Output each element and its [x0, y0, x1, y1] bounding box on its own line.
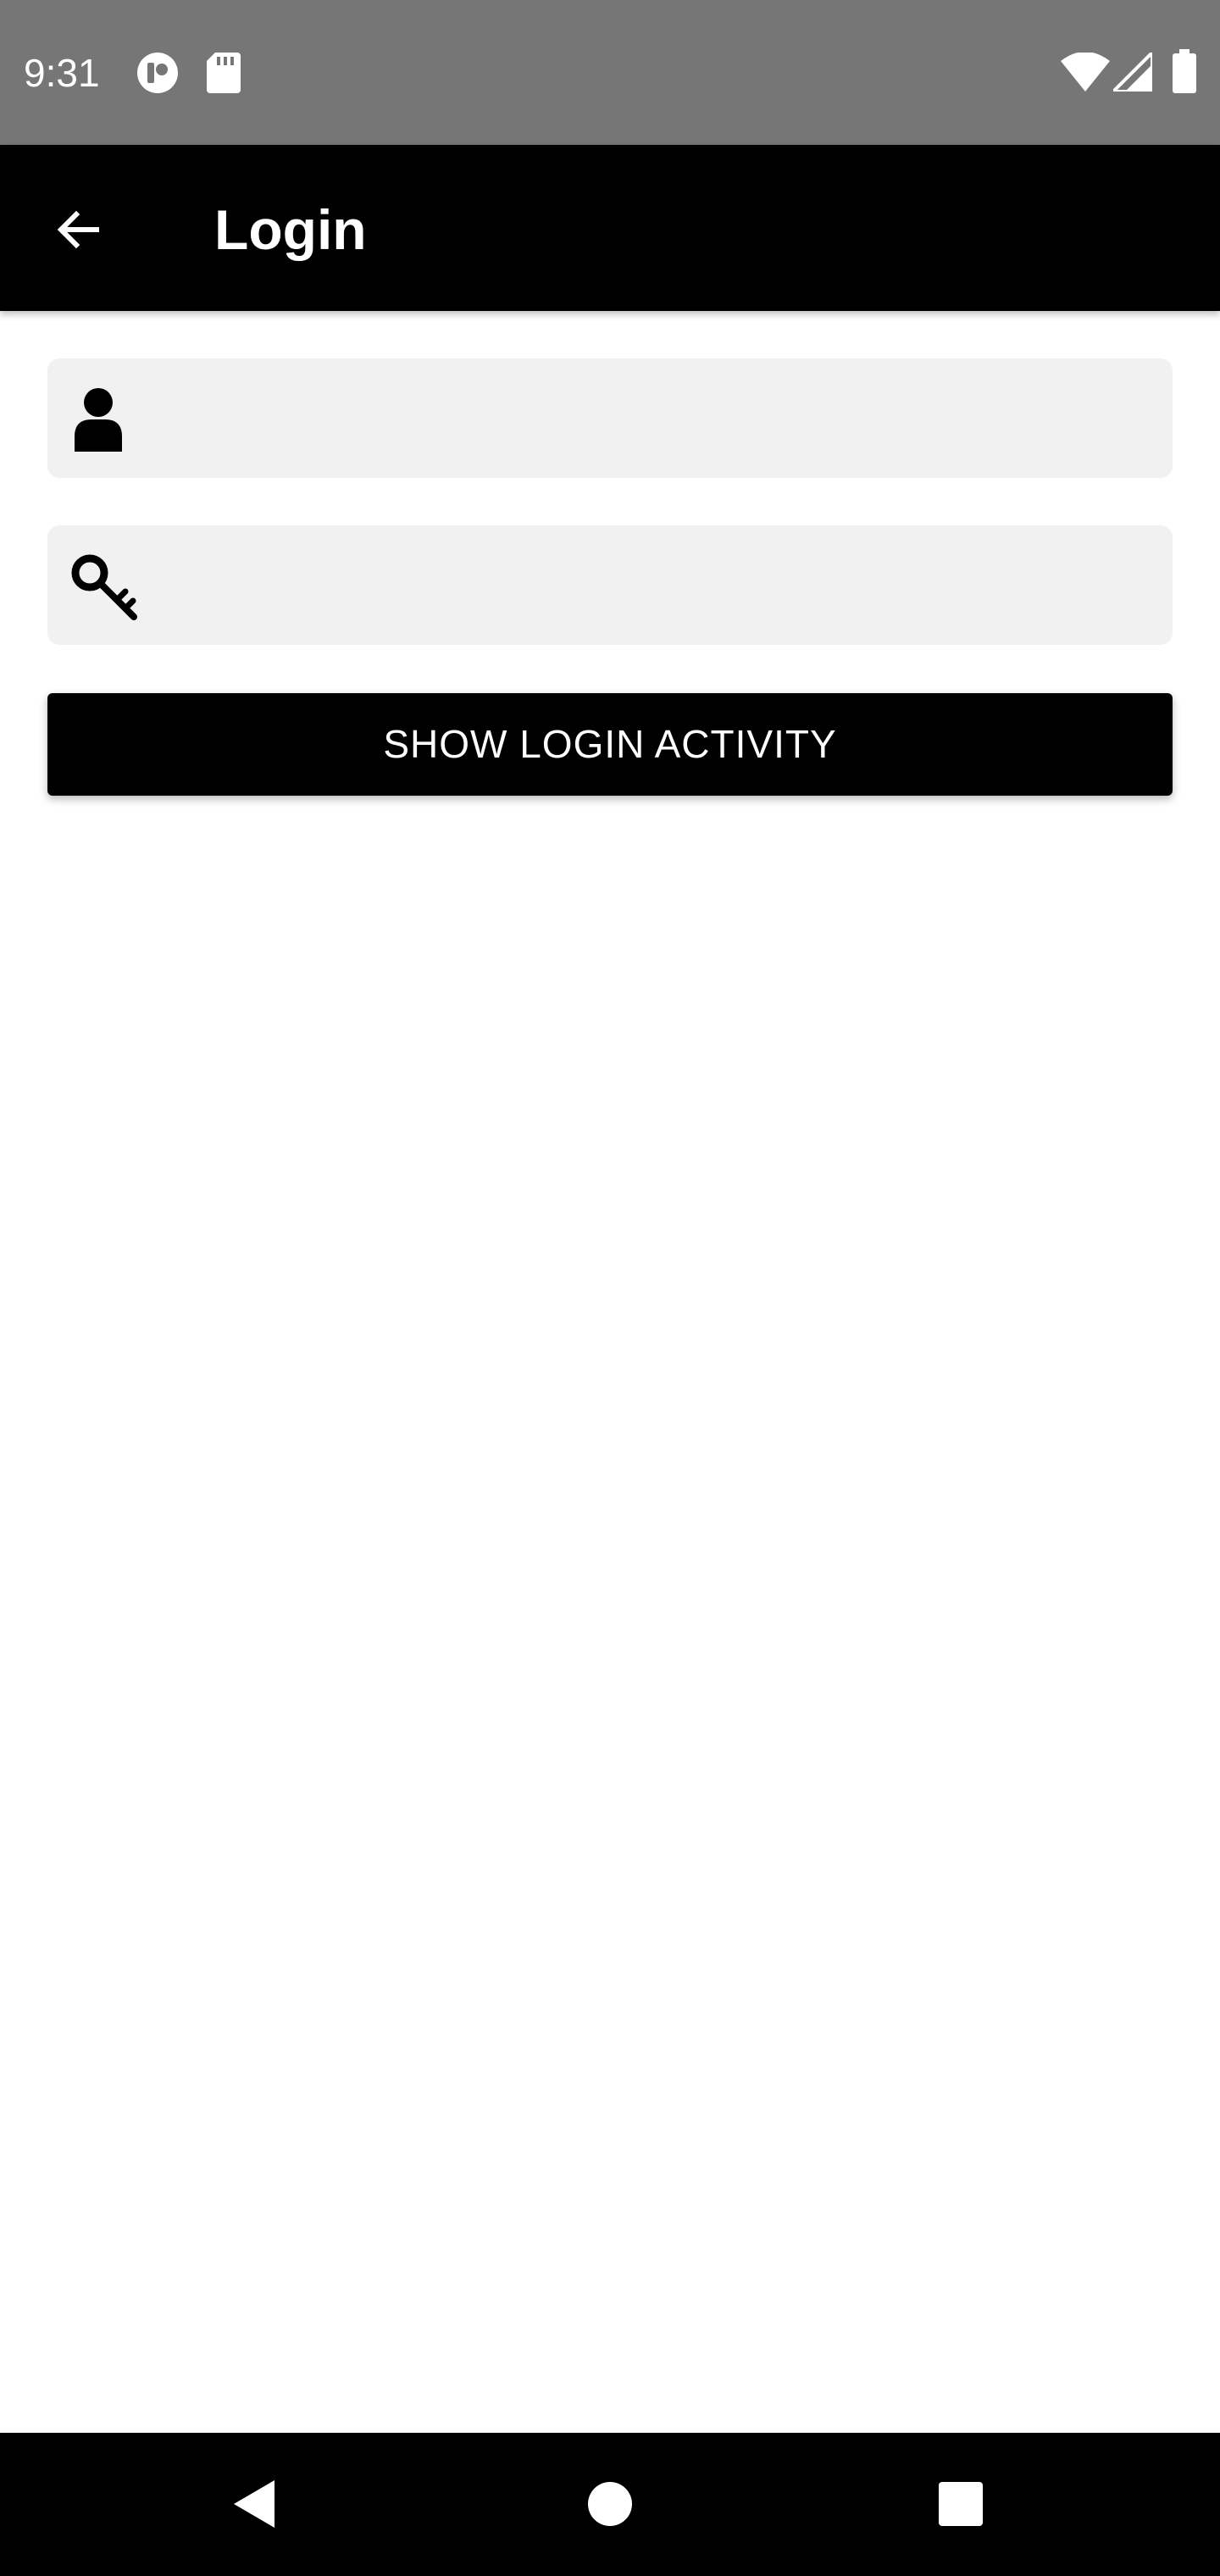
- show-login-activity-button[interactable]: SHOW LOGIN ACTIVITY: [47, 693, 1173, 796]
- password-input[interactable]: [166, 525, 1149, 645]
- nav-back-button[interactable]: [203, 2453, 305, 2555]
- sd-card-icon: [207, 53, 241, 97]
- username-input[interactable]: [166, 358, 1149, 478]
- battery-icon: [1173, 49, 1196, 97]
- nav-recents-button[interactable]: [910, 2453, 1012, 2555]
- arrow-back-icon: [57, 210, 99, 249]
- wifi-icon: [1061, 52, 1110, 96]
- status-bar: 9:31: [0, 0, 1220, 145]
- page-title: Login: [214, 198, 367, 261]
- password-field[interactable]: [47, 525, 1173, 645]
- screen: 9:31 Login SHOW LOGIN ACTIVITY: [0, 0, 1220, 2576]
- key-icon: [69, 552, 141, 624]
- recents-square-icon: [939, 2482, 983, 2526]
- nav-home-button[interactable]: [559, 2453, 661, 2555]
- app-notification-icon: [136, 51, 180, 99]
- app-bar: Login: [0, 145, 1220, 311]
- status-time: 9:31: [24, 51, 100, 95]
- signal-icon: [1112, 51, 1154, 96]
- back-triangle-icon: [234, 2480, 274, 2528]
- back-button[interactable]: [34, 186, 122, 274]
- navigation-bar: [0, 2433, 1220, 2576]
- home-circle-icon: [588, 2482, 632, 2526]
- person-icon: [69, 386, 141, 457]
- username-field[interactable]: [47, 358, 1173, 478]
